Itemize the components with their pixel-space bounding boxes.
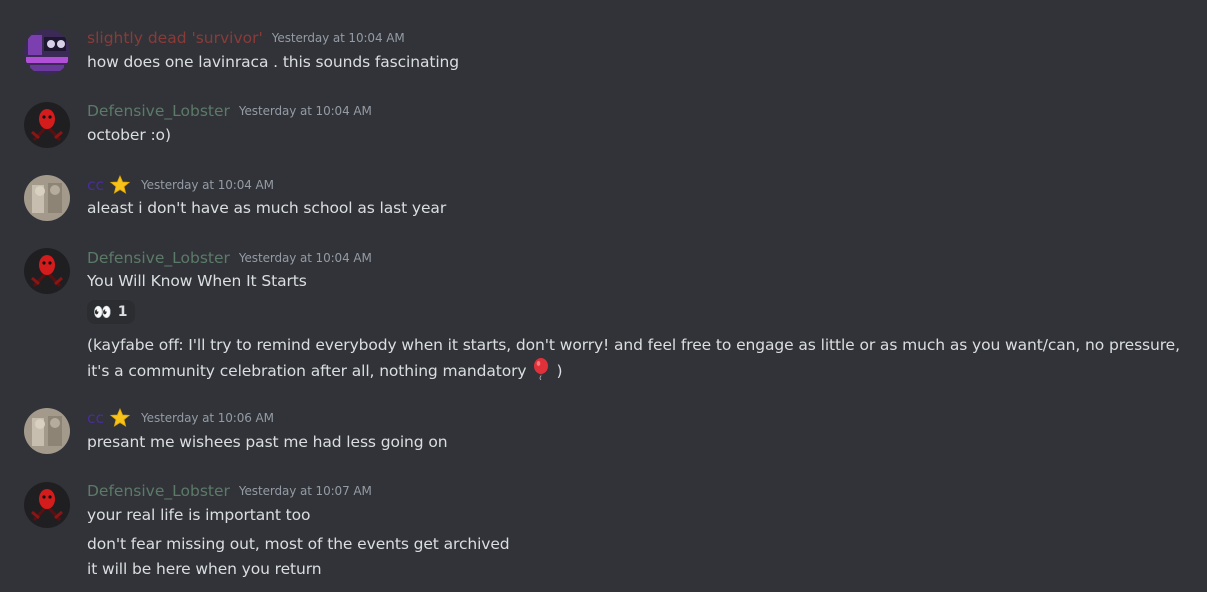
username[interactable]: slightly dead 'survivor' — [87, 29, 263, 47]
star-icon — [110, 174, 131, 195]
username[interactable]: cc — [87, 409, 104, 427]
message-header: cc Yesterday at 10:06 AM — [87, 407, 274, 429]
message-header: Defensive_Lobster Yesterday at 10:07 AM — [87, 480, 372, 502]
balloon-icon — [532, 358, 550, 388]
message-text: how does one lavinraca . this sounds fas… — [87, 53, 460, 71]
message-text: october :o) — [87, 126, 171, 144]
message-text: don't fear missing out, most of the even… — [87, 535, 510, 553]
message-header: Defensive_Lobster Yesterday at 10:04 AM — [87, 100, 372, 122]
avatar[interactable] — [24, 248, 70, 294]
avatar[interactable] — [24, 408, 70, 454]
message-text: (kayfabe off: I'll try to remind everybo… — [87, 333, 1202, 388]
reaction-count: 1 — [117, 304, 128, 320]
timestamp: Yesterday at 10:04 AM — [238, 104, 372, 118]
username[interactable]: Defensive_Lobster — [87, 102, 230, 120]
chat-message-list: slightly dead 'survivor' Yesterday at 10… — [0, 0, 1207, 592]
message-text: aleast i don't have as much school as la… — [87, 199, 447, 217]
username[interactable]: Defensive_Lobster — [87, 482, 230, 500]
timestamp: Yesterday at 10:06 AM — [141, 411, 274, 425]
avatar[interactable] — [24, 175, 70, 221]
message-text: your real life is important too — [87, 506, 311, 524]
reaction-button[interactable]: 👀 1 — [87, 300, 136, 324]
timestamp: Yesterday at 10:04 AM — [271, 31, 405, 45]
star-icon — [110, 407, 131, 428]
username[interactable]: Defensive_Lobster — [87, 249, 230, 267]
timestamp: Yesterday at 10:04 AM — [238, 251, 372, 265]
avatar[interactable] — [24, 482, 70, 528]
message-text: You Will Know When It Starts — [87, 272, 307, 290]
message-text: it will be here when you return — [87, 560, 322, 578]
message-text: presant me wishees past me had less goin… — [87, 433, 448, 451]
message-header: slightly dead 'survivor' Yesterday at 10… — [87, 27, 405, 49]
timestamp: Yesterday at 10:07 AM — [238, 484, 372, 498]
message-header: cc Yesterday at 10:04 AM — [87, 174, 274, 196]
avatar[interactable] — [24, 102, 70, 148]
message-text-end: ) — [556, 362, 563, 380]
eyes-icon: 👀 — [93, 303, 112, 321]
timestamp: Yesterday at 10:04 AM — [141, 178, 274, 192]
username[interactable]: cc — [87, 176, 104, 194]
message-text-body: (kayfabe off: I'll try to remind everybo… — [87, 336, 1180, 380]
avatar[interactable] — [24, 29, 70, 75]
message-header: Defensive_Lobster Yesterday at 10:04 AM — [87, 247, 372, 269]
